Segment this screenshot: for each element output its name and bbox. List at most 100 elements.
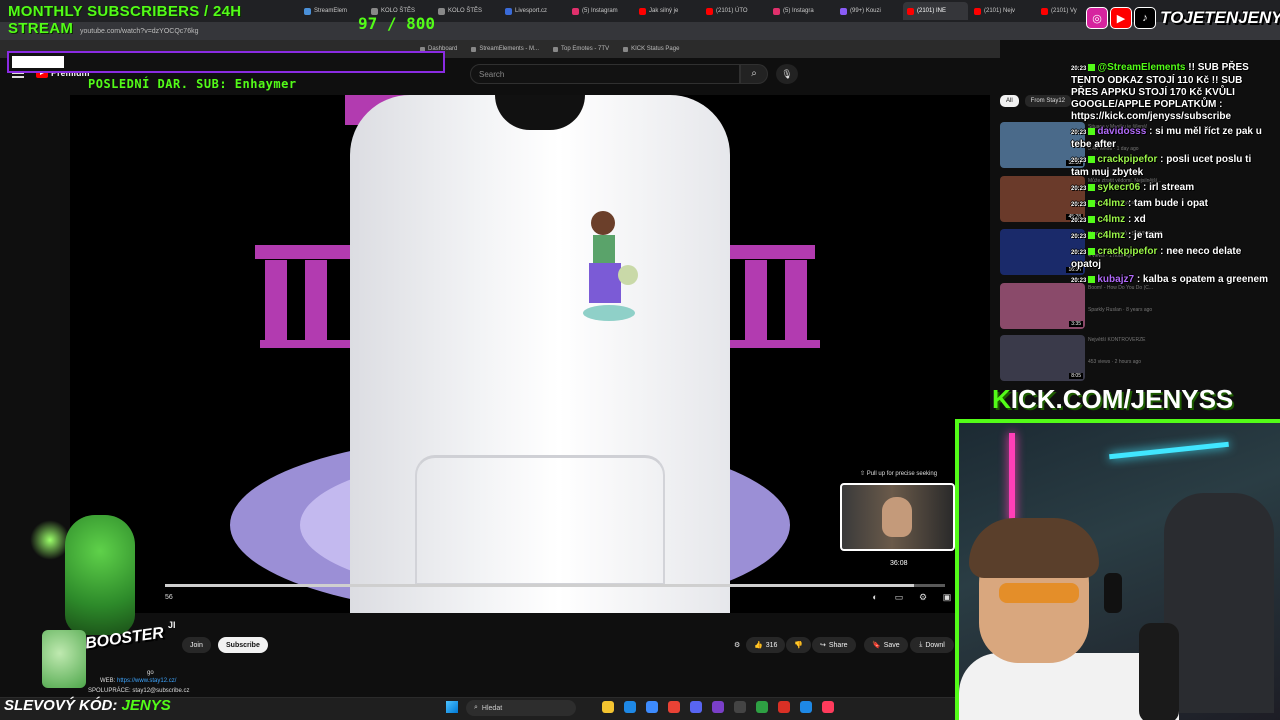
file-explorer-icon[interactable] (602, 701, 614, 713)
chat-username: c4lmz (1097, 230, 1126, 241)
autoplay-toggle-icon[interactable]: ◐ (868, 592, 882, 604)
sub-goal-fill (12, 56, 64, 68)
tab-favicon-icon (974, 7, 981, 15)
discord-icon[interactable] (690, 701, 702, 713)
bookmark-item[interactable]: Top Emotes - 7TV (553, 46, 609, 52)
download-button[interactable]: ⤓ Downl (910, 637, 954, 653)
subscribe-button[interactable]: Subscribe (218, 637, 268, 653)
miniplayer-icon[interactable]: ▣ (940, 592, 954, 604)
browser-tab[interactable]: (2101) ÚTO (702, 2, 767, 20)
notepad-icon[interactable] (800, 701, 812, 713)
browser-tab[interactable]: (2101) Nejv (970, 2, 1035, 20)
kick-chat-overlay: 20:23 @StreamElements !! SUB PŘES TENTO O… (1071, 62, 1271, 290)
chat-timestamp: 20:23 (1071, 250, 1087, 256)
chat-timestamp: 20:23 (1071, 130, 1087, 136)
browser-tab[interactable]: StreamElem (300, 2, 365, 20)
browser-tab[interactable]: (5) Instagram (568, 2, 633, 20)
tab-label: Jak silný je (649, 8, 679, 14)
tab-label: KOLO ŠTĚS (448, 8, 483, 14)
tab-label: (5) Instagra (783, 8, 814, 14)
chat-username: c4lmz (1097, 198, 1126, 209)
seek-hint: ⇧ Pull up for precise seeking (860, 471, 938, 477)
overlay-title-line1: MONTHLY SUBSCRIBERS / 24H (8, 3, 242, 20)
filter-chip[interactable]: All (1000, 95, 1019, 107)
bookmark-icon (471, 46, 477, 52)
gear-action-icon[interactable]: ⚙ (726, 637, 748, 653)
chat-text: : xd (1127, 214, 1146, 225)
discount-code: SLEVOVÝ KÓD: JENYS (4, 697, 171, 714)
reco-meta: Sparkly Ruslan · 8 years ago (1088, 307, 1153, 313)
tab-label: StreamElem (314, 8, 348, 14)
chat-timestamp: 20:23 (1071, 278, 1087, 284)
seek-preview-time: 36:08 (890, 560, 908, 567)
video-progress-bar[interactable] (165, 584, 945, 587)
chat-username: davidosss (1097, 126, 1147, 137)
tab-label: (99+) Kouzi (850, 8, 881, 14)
browser-tab[interactable]: (5) Instagra (769, 2, 834, 20)
hoodie-pocket (415, 455, 665, 585)
tab-label: (2101) Nejv (984, 8, 1016, 14)
settings-gear-icon[interactable]: ⚙ (916, 592, 930, 604)
reco-duration: 3:35 (1069, 321, 1083, 327)
chrome-dev-icon[interactable] (778, 701, 790, 713)
last-sub-text: POSLEDNÍ DAR. SUB: Enhaymer (88, 77, 297, 91)
share-button[interactable]: ↪ Share (812, 637, 856, 653)
tab-favicon-icon (1041, 7, 1048, 15)
reco-thumbnail[interactable]: 8:05 (1000, 335, 1085, 381)
kick-badge-icon (1088, 199, 1096, 207)
social-handle-name: TOJETENJENYS (1160, 8, 1280, 27)
browser-tab[interactable]: (99+) Kouzi (836, 2, 901, 20)
search-input[interactable]: Search (470, 64, 740, 84)
chrome-icon[interactable] (668, 701, 680, 713)
browser-icon[interactable] (756, 701, 768, 713)
video-progress-fill (165, 584, 914, 587)
screen: StreamElem KOLO ŠTĚS KOLO ŠTĚS Livesport.cz… (0, 0, 1280, 720)
streamer-glasses (999, 583, 1079, 603)
save-button[interactable]: 🔖 Save (864, 637, 908, 653)
chat-username: @StreamElements (1097, 62, 1186, 73)
windows-start-icon[interactable] (446, 701, 458, 713)
search-button[interactable]: ⌕ (740, 64, 768, 84)
sponsor-character-art: BOOSTER (30, 500, 170, 695)
obs-icon[interactable] (712, 701, 724, 713)
video-player[interactable]: ⇧ Pull up for precise seeking 36:08 56 ◐… (70, 95, 990, 613)
terminal-icon[interactable] (734, 701, 746, 713)
join-button[interactable]: Join (182, 637, 211, 653)
taskbar-search-label: Hledat (481, 704, 503, 712)
like-button[interactable]: 👍 316 (746, 637, 786, 653)
chat-username: crackpipefor (1097, 154, 1158, 165)
discount-code-label: SLEVOVÝ KÓD: (4, 697, 118, 714)
thumbs-up-icon: 👍 (754, 642, 763, 649)
browser-tab[interactable]: KOLO ŠTĚS (434, 2, 499, 20)
chat-timestamp: 20:23 (1071, 218, 1087, 224)
search-icon: ⌕ (474, 704, 478, 711)
browser-tab[interactable]: Livesport.cz (501, 2, 566, 20)
headset (1104, 573, 1122, 613)
search-icon: ⌕ (751, 68, 757, 79)
chat-text: : tam bude i opat (1127, 198, 1208, 209)
kick-url-banner: KICK.COM/JENYSS (992, 384, 1233, 415)
captions-icon[interactable]: ▭ (892, 592, 906, 604)
music-icon[interactable] (822, 701, 834, 713)
edge-icon[interactable] (624, 701, 636, 713)
seek-preview-thumbnail (840, 483, 955, 551)
filter-chip[interactable]: From Stay12 (1024, 95, 1072, 107)
cyan-neon-light (1109, 441, 1229, 460)
pixel-pillar (745, 260, 767, 340)
taskbar-search[interactable]: ⌕ Hledat (466, 700, 576, 716)
discount-code-value: JENYS (121, 697, 171, 714)
share-icon: ↪ (820, 642, 826, 649)
browser-tab[interactable]: (2101) INE (903, 2, 968, 20)
bookmark-item[interactable]: StreamElements - M... (471, 46, 539, 52)
chat-username: kubajz7 (1097, 274, 1135, 285)
browser-tab[interactable]: Jak silný je (635, 2, 700, 20)
store-icon[interactable] (646, 701, 658, 713)
reco-title[interactable]: Největší KONTROVERZE (1088, 337, 1183, 343)
voice-search-button[interactable]: 🎙 (776, 64, 798, 84)
chat-username: crackpipefor (1097, 246, 1158, 257)
streamer-hair (969, 518, 1099, 578)
tab-favicon-icon (907, 7, 914, 15)
dislike-button[interactable]: 👎 (786, 637, 811, 653)
tab-favicon-icon (304, 7, 311, 15)
bookmark-item[interactable]: KICK Status Page (623, 46, 679, 52)
